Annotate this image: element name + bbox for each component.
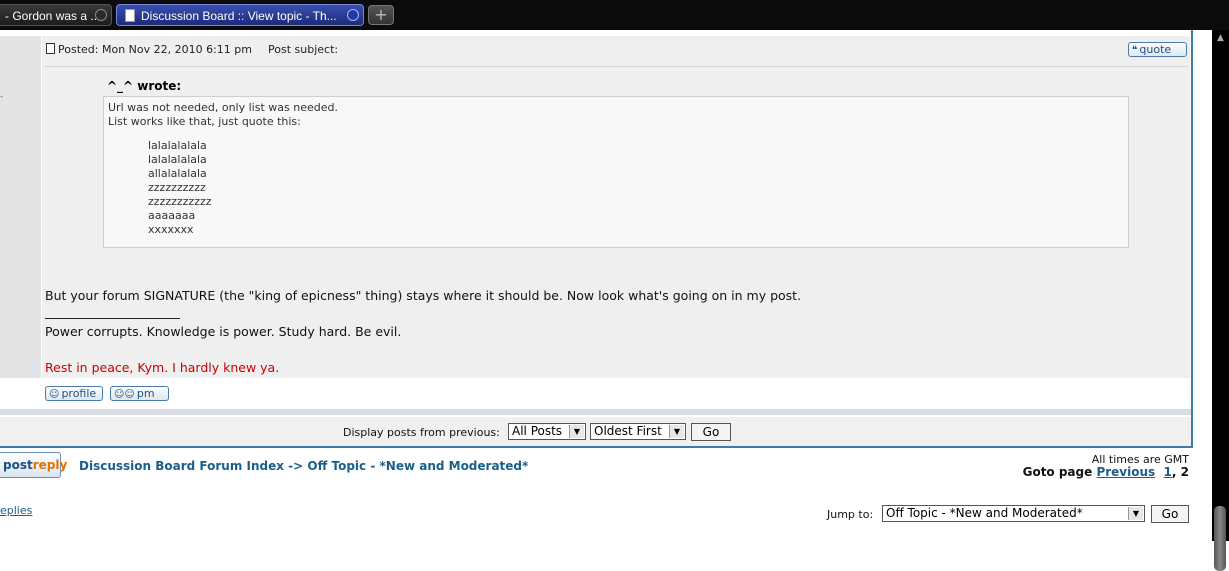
header-divider (44, 66, 1188, 67)
page-separator: , (1171, 465, 1177, 479)
pm-button-label: pm (136, 387, 155, 400)
quote-button-label: quote (1139, 43, 1172, 56)
order-select[interactable]: Oldest First ▼ (590, 423, 686, 440)
posted-date: Posted: Mon Nov 22, 2010 6:11 pm (58, 43, 252, 56)
quote-button[interactable]: ❝ quote (1128, 42, 1187, 57)
tab-title: - Gordon was a ... (5, 9, 101, 23)
chevron-down-icon: ▼ (1128, 507, 1143, 520)
vertical-scrollbar[interactable]: ▲ (1212, 30, 1229, 571)
forum-link[interactable]: Off Topic - *New and Moderated* (307, 459, 528, 473)
list-item: aaaaaaa (148, 209, 196, 222)
post-author-column (0, 36, 41, 378)
breadcrumb-separator: -> (288, 459, 304, 473)
current-page: 2 (1180, 465, 1189, 479)
speech-bubble-icon: ❝ (1132, 45, 1138, 56)
tab-close-icon[interactable] (347, 9, 359, 21)
display-posts-label: Display posts from previous: (343, 426, 500, 439)
plus-icon: + (374, 5, 388, 24)
list-item: lalalalalala (148, 153, 207, 166)
post-reply-label-accent: reply (32, 458, 68, 472)
post-text: But your forum SIGNATURE (the "king of e… (45, 288, 802, 303)
days-select-value: All Posts (512, 424, 563, 438)
pagination: Goto page Previous 1, 2 (1023, 465, 1189, 479)
quote-line: List works like that, just quote this: (108, 115, 301, 128)
jump-to-select[interactable]: Off Topic - *New and Moderated* ▼ (882, 505, 1145, 522)
jump-to-label: Jump to: (827, 508, 874, 521)
display-go-button[interactable]: Go (691, 423, 731, 441)
quote-line: Url was not needed, only list was needed… (108, 101, 338, 114)
signature-text-red: Rest in peace, Kym. I hardly knew ya. (45, 360, 280, 375)
previous-page-link[interactable]: Previous (1096, 465, 1155, 479)
list-item: lalalalalala (148, 139, 207, 152)
column-marker: - (0, 92, 4, 102)
quote-list: lalalalalala lalalalalala allalalalala z… (148, 139, 1124, 237)
replies-link[interactable]: eplies (0, 504, 32, 517)
new-tab-button[interactable]: + (368, 5, 394, 25)
chevron-down-icon: ▼ (569, 425, 584, 438)
two-users-icon: ☺☺ (114, 389, 135, 400)
profile-button[interactable]: ☺ profile (45, 386, 103, 401)
list-item: zzzzzzzzzz (148, 181, 206, 194)
list-item: zzzzzzzzzzz (148, 195, 212, 208)
chevron-down-icon: ▼ (669, 425, 684, 438)
quote-box: Url was not needed, only list was needed… (103, 96, 1129, 248)
signature-text: Power corrupts. Knowledge is power. Stud… (45, 324, 402, 339)
breadcrumb: Discussion Board Forum Index -> Off Topi… (79, 459, 528, 473)
pm-button[interactable]: ☺☺ pm (110, 386, 169, 401)
post-reply-label: post (3, 458, 33, 472)
jump-go-button[interactable]: Go (1151, 505, 1189, 523)
scrollbar-thumb[interactable] (1214, 506, 1226, 571)
signature-divider (45, 318, 180, 319)
list-item: allalalalala (148, 167, 207, 180)
frame-border (0, 446, 1193, 448)
post-icon (46, 43, 55, 54)
frame-border (1191, 30, 1193, 448)
browser-tab-strip: - Gordon was a ... Discussion Board :: V… (0, 0, 1229, 30)
browser-tab-active[interactable]: Discussion Board :: View topic - Th... (116, 4, 364, 26)
browser-tab[interactable]: - Gordon was a ... (0, 4, 112, 26)
list-item: xxxxxxx (148, 223, 194, 236)
tab-title: Discussion Board :: View topic - Th... (141, 9, 337, 23)
goto-label: Goto page (1022, 465, 1093, 479)
post-subject-label: Post subject: (268, 43, 339, 56)
post-header: Posted: Mon Nov 22, 2010 6:11 pm Post sub… (46, 43, 338, 56)
forum-index-link[interactable]: Discussion Board Forum Index (79, 459, 284, 473)
page-icon (125, 9, 135, 22)
scroll-up-icon[interactable]: ▲ (1214, 32, 1227, 44)
jump-select-value: Off Topic - *New and Moderated* (886, 506, 1083, 520)
tab-close-icon[interactable] (95, 9, 107, 21)
user-icon: ☺ (49, 389, 60, 400)
profile-button-label: profile (61, 387, 97, 400)
quote-author: ^_^ wrote: (107, 79, 182, 93)
order-select-value: Oldest First (594, 424, 662, 438)
days-select[interactable]: All Posts ▼ (508, 423, 586, 440)
posts-footer-divider (0, 409, 1191, 415)
post-reply-button[interactable]: postreply (0, 452, 67, 478)
page-1-link[interactable]: 1 (1164, 465, 1172, 479)
